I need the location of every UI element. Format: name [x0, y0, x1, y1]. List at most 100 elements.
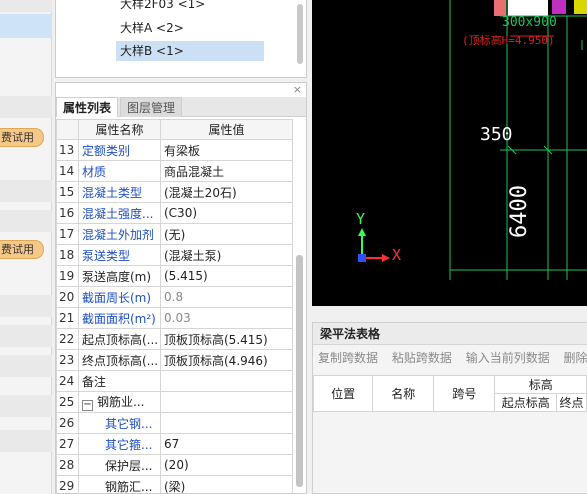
row-number: 29	[56, 475, 79, 494]
origin-square	[358, 254, 366, 262]
paste-span-button[interactable]: 粘贴跨数据	[392, 347, 452, 369]
trial-badge[interactable]: 费试用	[0, 240, 44, 259]
drawing-canvas[interactable]: 300x900 (顶标高H=4.950) 350 6400 X Y	[312, 0, 587, 306]
delete-button[interactable]: 删除当	[564, 347, 587, 369]
row-number: 23	[56, 349, 79, 371]
property-value[interactable]	[160, 391, 293, 413]
header-end-elevation: 终点	[556, 393, 587, 412]
property-row[interactable]: 28 保护层... (20)	[56, 454, 293, 476]
property-value[interactable]: 顶板顶标高(4.946)	[160, 349, 293, 371]
property-value[interactable]: (20)	[160, 454, 293, 476]
row-number: 18	[56, 244, 79, 266]
row-number: 26	[56, 412, 79, 434]
property-name: 混凝土外加剂	[78, 223, 161, 245]
x-axis-arrow	[382, 254, 390, 262]
sidebar-row[interactable]	[0, 395, 52, 417]
property-row[interactable]: 16 混凝土强度... (C30)	[56, 202, 293, 224]
magenta-block	[552, 0, 566, 14]
property-value[interactable]: 商品混凝土	[160, 160, 293, 182]
property-row[interactable]: 17 混凝土外加剂 (无)	[56, 223, 293, 245]
column-header-name: 属性名称	[78, 119, 161, 140]
x-axis-label: X	[392, 246, 402, 264]
property-tabs: 属性列表 图层管理	[56, 97, 306, 117]
child-label: 保护层...	[105, 458, 153, 473]
tree-item[interactable]: 大样A <2>	[116, 18, 188, 38]
property-row[interactable]: 14 材质 商品混凝土	[56, 160, 293, 182]
row-number: 16	[56, 202, 79, 224]
dimension-label: 350	[480, 124, 513, 145]
property-scrollbar[interactable]	[296, 255, 303, 487]
tree-item[interactable]: 大样2F03 <1>	[116, 0, 209, 14]
sidebar-row[interactable]	[0, 325, 52, 347]
collapse-icon[interactable]: −	[82, 400, 93, 411]
property-row[interactable]: 13 定额类别 有梁板	[56, 139, 293, 161]
input-column-button[interactable]: 输入当前列数据	[466, 347, 550, 369]
property-value[interactable]: (5.415)	[160, 265, 293, 287]
property-value[interactable]: 67	[160, 433, 293, 455]
property-row[interactable]: 19 泵送高度(m) (5.415)	[56, 265, 293, 287]
property-value[interactable]	[160, 412, 293, 434]
y-axis-arrow	[358, 228, 366, 236]
property-row[interactable]: 26 其它钢...	[56, 412, 293, 434]
property-row[interactable]: 20 截面周长(m) 0.8	[56, 286, 293, 308]
property-name: 泵送高度(m)	[78, 265, 161, 287]
sidebar-row[interactable]	[0, 210, 52, 232]
sidebar-row[interactable]	[0, 355, 52, 377]
property-value[interactable]	[160, 370, 293, 392]
sidebar-row-selected[interactable]	[0, 14, 52, 38]
property-value: 0.8	[160, 286, 293, 308]
property-name: 终点顶标高(...	[78, 349, 161, 371]
copy-span-button[interactable]: 复制跨数据	[318, 347, 378, 369]
property-row[interactable]: 15 混凝土类型 (混凝土20石)	[56, 181, 293, 203]
property-value[interactable]: (C30)	[160, 202, 293, 224]
row-number: 20	[56, 286, 79, 308]
property-name: 起点顶标高(...	[78, 328, 161, 350]
header-position: 位置	[312, 375, 374, 412]
sidebar-row[interactable]	[0, 430, 52, 452]
property-row[interactable]: 22 起点顶标高(... 顶板顶标高(5.415)	[56, 328, 293, 350]
property-value[interactable]: 顶板顶标高(5.415)	[160, 328, 293, 350]
row-number: 25	[56, 391, 79, 413]
property-value[interactable]: (混凝土20石)	[160, 181, 293, 203]
property-value: 0.03	[160, 307, 293, 329]
sidebar-row[interactable]	[0, 96, 52, 118]
tab-layer-management[interactable]: 图层管理	[120, 97, 183, 117]
tree-scrollbar[interactable]	[297, 4, 303, 64]
property-value[interactable]: (梁)	[160, 475, 293, 494]
red-block	[494, 0, 506, 16]
property-row-group[interactable]: 25 − 钢筋业...	[56, 391, 293, 413]
property-name: 材质	[78, 160, 161, 182]
property-row[interactable]: 27 其它箍... 67	[56, 433, 293, 455]
property-row[interactable]: 18 泵送类型 (混凝土泵)	[56, 244, 293, 266]
tree-item-selected[interactable]: 大样B <1>	[116, 41, 264, 61]
property-name: 备注	[78, 370, 161, 392]
row-number: 28	[56, 454, 79, 476]
sidebar-row[interactable]	[0, 180, 52, 202]
property-name: − 钢筋业...	[78, 391, 161, 413]
property-name: 钢筋汇...	[78, 475, 161, 494]
property-row[interactable]: 23 终点顶标高(... 顶板顶标高(4.946)	[56, 349, 293, 371]
sidebar-row[interactable]	[0, 295, 52, 317]
property-name: 截面周长(m)	[78, 286, 161, 308]
property-value[interactable]: 有梁板	[160, 139, 293, 161]
property-row[interactable]: 21 截面面积(m²) 0.03	[56, 307, 293, 329]
property-value[interactable]: (无)	[160, 223, 293, 245]
header-span-no: 跨号	[433, 375, 496, 412]
sidebar-row[interactable]	[0, 0, 52, 12]
column-header-value: 属性值	[160, 119, 293, 140]
child-label: 其它箍...	[105, 437, 153, 452]
elevation-annotation: (顶标高H=4.950)	[462, 34, 555, 47]
panel-title: 梁平法表格	[313, 323, 587, 345]
child-label: 其它钢...	[105, 416, 153, 431]
close-icon[interactable]: ×	[293, 83, 302, 96]
row-number: 17	[56, 223, 79, 245]
property-row[interactable]: 29 钢筋汇... (梁)	[56, 475, 293, 494]
tab-property-list[interactable]: 属性列表	[56, 97, 119, 117]
property-value[interactable]: (混凝土泵)	[160, 244, 293, 266]
trial-badge[interactable]: 费试用	[0, 128, 44, 147]
dimension-label: 6400	[507, 185, 532, 238]
property-name: 其它箍...	[78, 433, 161, 455]
dimension-label: 300x900	[502, 15, 557, 30]
header-start-elevation: 起点标高	[494, 393, 558, 412]
property-row[interactable]: 24 备注	[56, 370, 293, 392]
